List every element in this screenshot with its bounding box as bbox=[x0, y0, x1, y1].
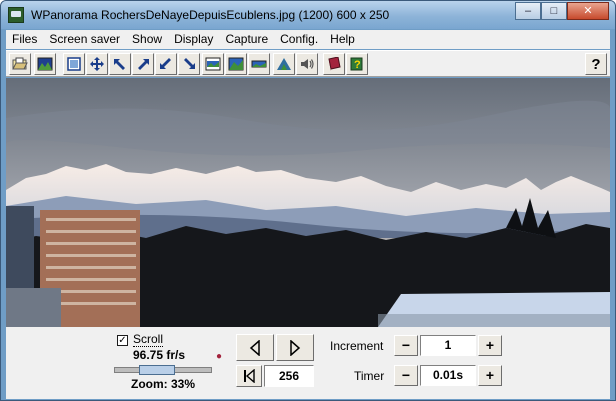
panorama-view[interactable] bbox=[6, 78, 610, 327]
book-button[interactable] bbox=[323, 53, 345, 75]
maximize-button[interactable]: □ bbox=[541, 2, 567, 20]
title-bar[interactable]: WPanorama RochersDeNayeDepuisEcublens.jp… bbox=[1, 1, 615, 29]
window-title: WPanorama RochersDeNayeDepuisEcublens.jp… bbox=[31, 8, 390, 22]
picture-icon bbox=[37, 57, 53, 71]
timer-label: Timer bbox=[354, 369, 385, 383]
panorama-a-icon bbox=[205, 57, 221, 71]
house-left bbox=[6, 288, 61, 327]
picture-button[interactable] bbox=[34, 53, 56, 75]
increment-increase-button[interactable]: + bbox=[478, 335, 502, 356]
open-file-icon bbox=[12, 57, 28, 70]
menu-config[interactable]: Config. bbox=[274, 30, 324, 49]
move-button[interactable] bbox=[86, 53, 108, 75]
timer-field[interactable]: 0.01s bbox=[420, 365, 476, 386]
panorama-c-button[interactable] bbox=[248, 53, 270, 75]
menu-screen-saver[interactable]: Screen saver bbox=[43, 30, 126, 49]
fit-window-button[interactable] bbox=[63, 53, 85, 75]
arrow-up-right-button[interactable] bbox=[132, 53, 154, 75]
move-icon bbox=[90, 57, 104, 71]
help-book-button[interactable]: ? bbox=[346, 53, 368, 75]
speed-indicator-icon: ● bbox=[216, 351, 223, 362]
position-field[interactable]: 256 bbox=[264, 365, 314, 387]
panorama-a-button[interactable] bbox=[202, 53, 224, 75]
zoom-slider-thumb[interactable] bbox=[138, 365, 175, 375]
zoom-slider-track[interactable] bbox=[114, 365, 212, 375]
scroll-checkbox[interactable]: ✓ bbox=[117, 335, 128, 346]
increment-decrease-button[interactable]: − bbox=[394, 335, 418, 356]
arrow-down-right-button[interactable] bbox=[178, 53, 200, 75]
menu-show[interactable]: Show bbox=[126, 30, 168, 49]
triangle-left-icon bbox=[249, 339, 260, 356]
timer-decrease-button[interactable]: − bbox=[394, 365, 418, 386]
svg-text:?: ? bbox=[354, 59, 361, 71]
panorama-image[interactable] bbox=[6, 78, 610, 327]
arrow-up-left-button[interactable] bbox=[109, 53, 131, 75]
arrow-down-left-button[interactable] bbox=[155, 53, 177, 75]
mountain-sound-icon bbox=[277, 58, 291, 70]
increment-label: Increment bbox=[330, 339, 384, 353]
triangle-right-icon bbox=[290, 339, 301, 356]
scroll-left-button[interactable] bbox=[236, 334, 274, 361]
window-controls: ‒ □ ✕ bbox=[515, 2, 609, 20]
scroll-label[interactable]: Scroll bbox=[133, 332, 164, 347]
skip-to-start-icon bbox=[244, 369, 255, 383]
app-window: WPanorama RochersDeNayeDepuisEcublens.jp… bbox=[0, 0, 616, 401]
minimize-button[interactable]: ‒ bbox=[515, 2, 541, 20]
panorama-b-icon bbox=[228, 57, 244, 71]
panorama-c-icon bbox=[251, 60, 267, 68]
speed-readout: 96.75 fr/s bbox=[133, 348, 186, 362]
toolbar: ? ? bbox=[6, 50, 610, 77]
mountain-sound-button[interactable] bbox=[273, 53, 295, 75]
close-button[interactable]: ✕ bbox=[567, 2, 609, 20]
menu-capture[interactable]: Capture bbox=[219, 30, 274, 49]
timer-increase-button[interactable]: + bbox=[478, 365, 502, 386]
scroll-right-button[interactable] bbox=[276, 334, 314, 361]
fit-window-icon bbox=[67, 57, 81, 71]
panorama-b-button[interactable] bbox=[225, 53, 247, 75]
wpanorama-app-icon[interactable] bbox=[8, 7, 24, 23]
menu-display[interactable]: Display bbox=[168, 30, 219, 49]
arrow-down-right-icon bbox=[184, 58, 195, 69]
arrow-up-left-icon bbox=[114, 59, 125, 70]
arrow-up-right-icon bbox=[138, 59, 149, 70]
go-to-start-button[interactable] bbox=[236, 365, 262, 387]
open-file-button[interactable] bbox=[9, 53, 31, 75]
arrow-down-left-icon bbox=[160, 58, 171, 69]
menu-help[interactable]: Help bbox=[324, 30, 361, 49]
speaker-button[interactable] bbox=[296, 53, 318, 75]
menu-bar: Files Screen saver Show Display Capture … bbox=[6, 30, 610, 49]
context-help-button[interactable]: ? bbox=[585, 53, 607, 75]
increment-field[interactable]: 1 bbox=[420, 335, 476, 356]
window-bottom-edge bbox=[6, 395, 610, 399]
help-book-icon: ? bbox=[350, 57, 363, 71]
zoom-label: Zoom: 33% bbox=[131, 377, 196, 391]
roof-edge bbox=[378, 314, 610, 327]
menu-files[interactable]: Files bbox=[6, 30, 43, 49]
control-panel: ✓ Scroll 96.75 fr/s ● Zoom: 33% 256 Incr… bbox=[6, 327, 610, 395]
book-icon bbox=[328, 57, 341, 71]
speaker-icon bbox=[301, 59, 314, 69]
